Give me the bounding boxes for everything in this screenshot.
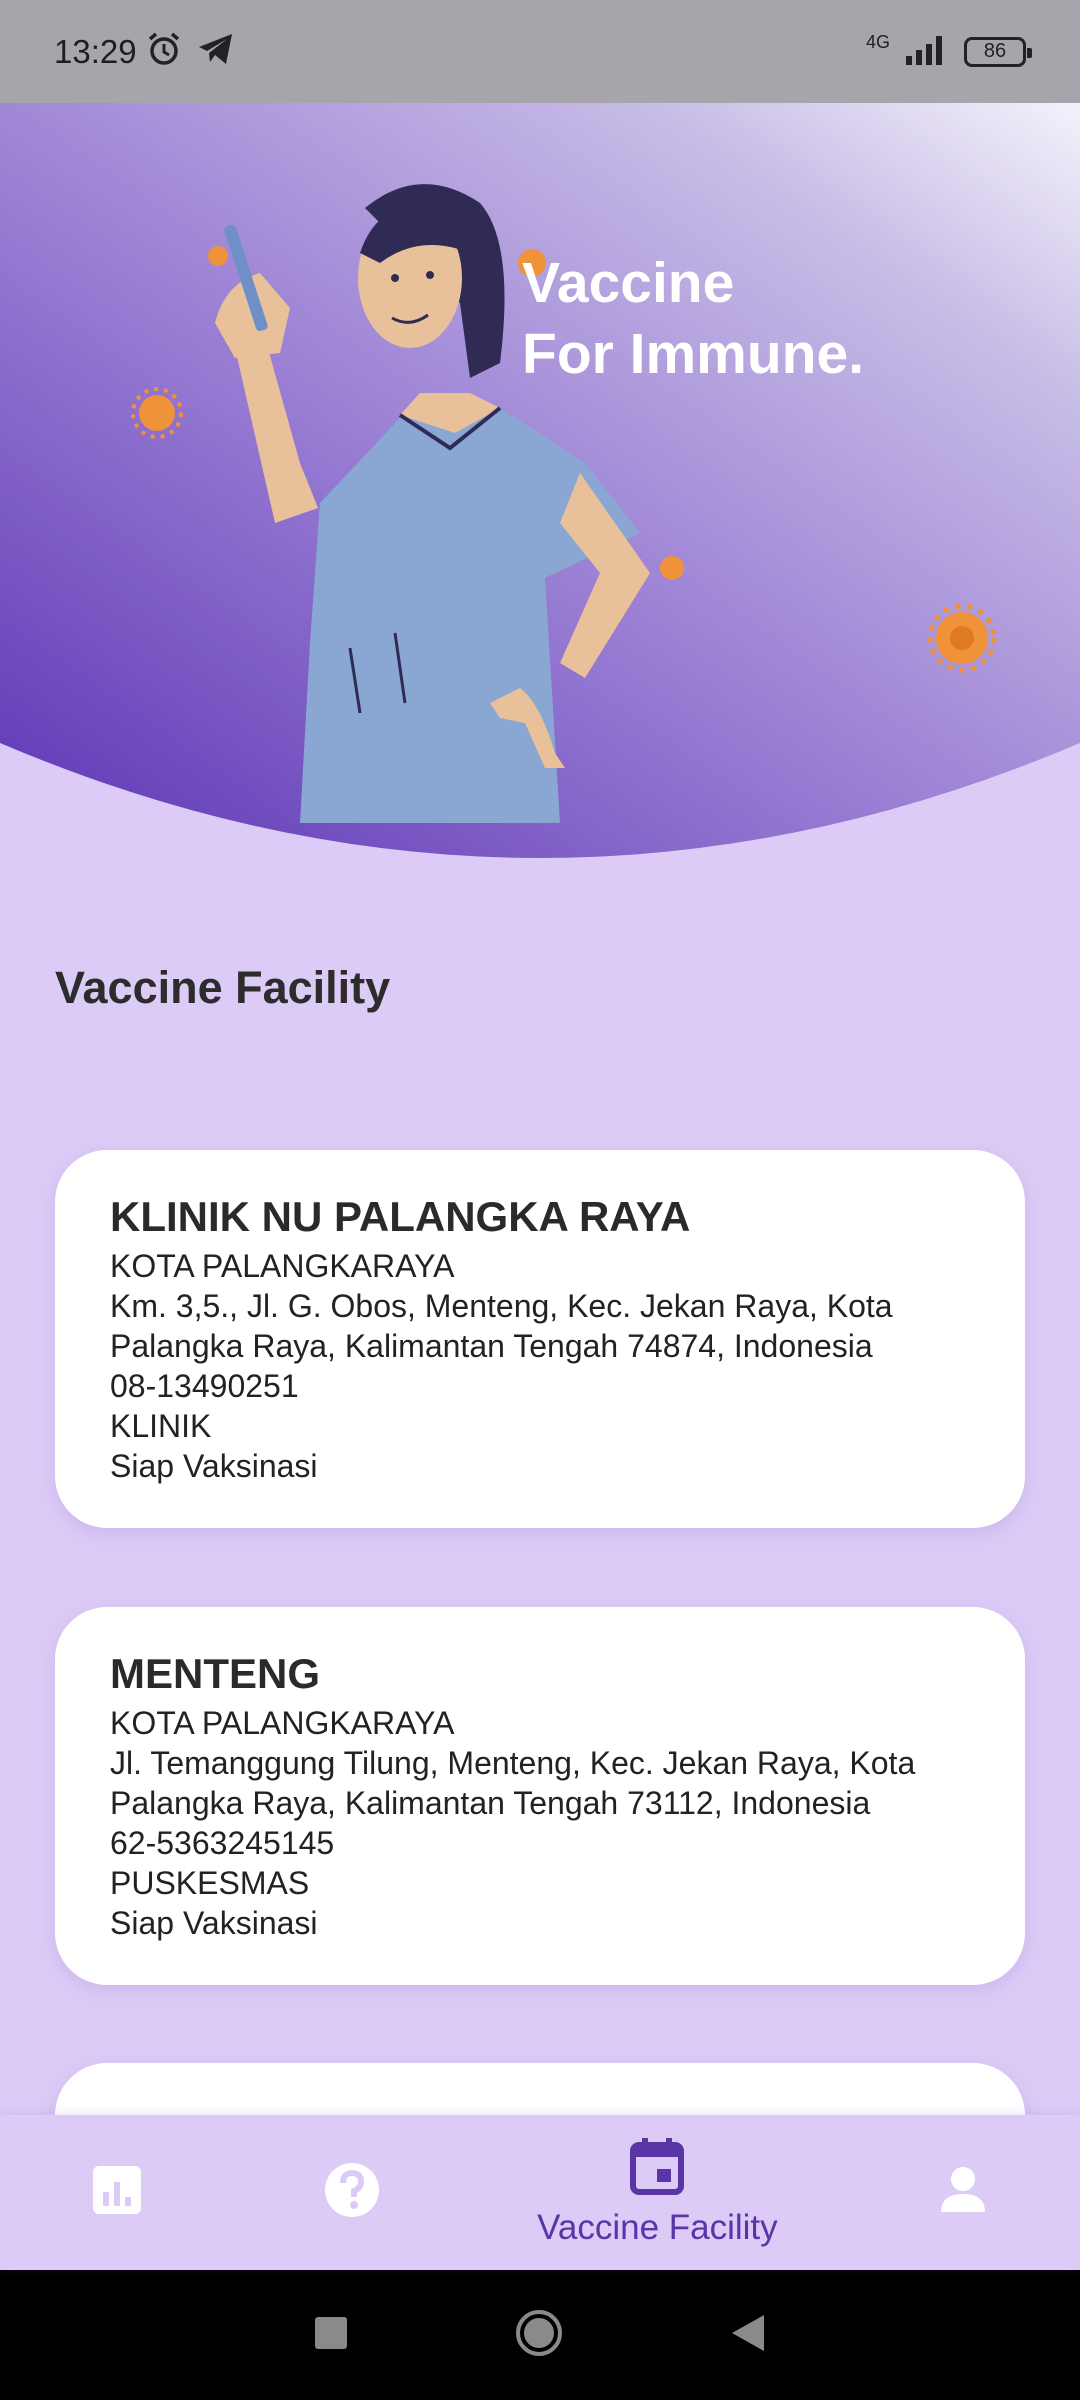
back-button[interactable] (729, 2313, 767, 2358)
nav-item-stats[interactable] (0, 2115, 235, 2270)
alarm-icon (145, 30, 183, 73)
signal-icon (904, 32, 950, 71)
help-icon (323, 2161, 381, 2224)
stats-icon (91, 2164, 143, 2221)
facility-city: KOTA PALANGKARAYA (110, 1248, 455, 1284)
facility-city: KOTA PALANGKARAYA (110, 1705, 455, 1741)
section-title: Vaccine Facility (55, 962, 391, 1013)
facility-card[interactable]: KLINIK NU PALANGKA RAYA KOTA PALANGKARAY… (55, 1150, 1025, 1528)
battery-icon: 86 (964, 36, 1032, 67)
calendar-icon (630, 2137, 685, 2200)
nav-item-profile[interactable] (845, 2115, 1080, 2270)
facility-phone: 62-5363245145 (110, 1825, 335, 1861)
facility-status: Siap Vaksinasi (110, 1448, 318, 1484)
facility-type: PUSKESMAS (110, 1865, 310, 1901)
hero-illustration (0, 103, 1080, 858)
facility-address: Palangka Raya, Kalimantan Tengah 73112, … (110, 1785, 871, 1821)
hero-title-line1: Vaccine (522, 251, 735, 315)
facility-phone: 08-13490251 (110, 1368, 299, 1404)
nav-label: Vaccine Facility (537, 2208, 778, 2247)
status-time: 13:29 (54, 32, 137, 70)
facility-name: KLINIK NU PALANGKA RAYA (110, 1193, 691, 1240)
bottom-nav: Vaccine Facility (0, 2115, 1080, 2270)
facility-type: KLINIK (110, 1408, 212, 1444)
facility-name: MENTENG (110, 1650, 320, 1697)
recents-button[interactable] (313, 2315, 349, 2356)
facility-address: Jl. Temanggung Tilung, Menteng, Kec. Jek… (110, 1745, 916, 1781)
hero-banner: Vaccine For Immune. (0, 103, 1080, 863)
nav-item-vaccine-facility[interactable]: Vaccine Facility (470, 2115, 846, 2270)
status-bar: 13:29 4G 86 (0, 0, 1080, 103)
telegram-icon (197, 32, 235, 71)
profile-icon (937, 2164, 989, 2221)
nav-item-help[interactable] (235, 2115, 470, 2270)
hero-title: Vaccine For Immune. (522, 248, 864, 390)
facility-status: Siap Vaksinasi (110, 1905, 318, 1941)
facility-address: Km. 3,5., Jl. G. Obos, Menteng, Kec. Jek… (110, 1288, 893, 1324)
hero-title-line2: For Immune. (522, 322, 865, 386)
home-button[interactable] (514, 2308, 564, 2363)
facility-address: Palangka Raya, Kalimantan Tengah 74874, … (110, 1328, 873, 1364)
system-nav-bar (0, 2270, 1080, 2400)
network-label: 4G (865, 31, 890, 52)
facility-card[interactable]: MENTENG KOTA PALANGKARAYA Jl. Temanggung… (55, 1607, 1025, 1985)
